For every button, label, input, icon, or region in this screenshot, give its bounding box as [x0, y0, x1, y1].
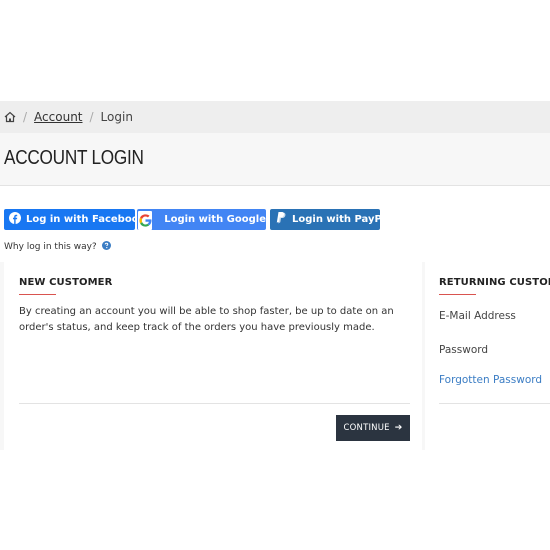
new-customer-description: By creating an account you will be able … — [19, 306, 394, 333]
email-label: E-Mail Address — [439, 310, 516, 322]
breadcrumb-separator: / — [89, 110, 94, 124]
help-icon[interactable] — [101, 241, 111, 253]
google-login-label: Login with Google — [164, 214, 266, 225]
returning-customer-panel: RETURNING CUSTOMER E-Mail Address Passwo… — [425, 262, 550, 450]
panel-divider — [439, 403, 550, 404]
google-login-button[interactable]: Login with Google — [137, 209, 266, 230]
breadcrumb-current: Login — [100, 110, 133, 124]
facebook-login-label: Log in with Facebook — [26, 214, 146, 225]
google-icon — [138, 210, 153, 230]
page-title: ACCOUNT LOGIN — [4, 147, 144, 169]
facebook-icon — [9, 212, 21, 227]
breadcrumb-account-link[interactable]: Account — [34, 110, 82, 124]
password-label: Password — [439, 344, 489, 356]
home-icon[interactable] — [4, 111, 16, 123]
heading-underline — [439, 294, 476, 295]
continue-button[interactable]: CONTINUE ➔ — [336, 415, 410, 441]
breadcrumb: / Account / Login — [0, 101, 550, 133]
arrow-right-icon: ➔ — [394, 423, 403, 433]
new-customer-panel: NEW CUSTOMER By creating an account you … — [4, 262, 422, 450]
returning-customer-heading: RETURNING CUSTOMER — [439, 277, 550, 288]
page-header: ACCOUNT LOGIN — [0, 133, 550, 186]
paypal-login-button[interactable]: Login with PayPal — [270, 209, 392, 230]
breadcrumb-separator: / — [23, 110, 28, 124]
why-login-info: Why log in this way? — [4, 241, 111, 253]
why-login-text: Why log in this way? — [4, 242, 97, 252]
new-customer-heading: NEW CUSTOMER — [19, 277, 113, 288]
forgotten-password-link[interactable]: Forgotten Password — [439, 374, 542, 386]
panel-divider — [19, 403, 410, 404]
continue-label: CONTINUE — [343, 423, 390, 433]
facebook-login-button[interactable]: Log in with Facebook — [4, 209, 145, 230]
paypal-login-label: Login with PayPal — [292, 214, 392, 225]
heading-underline — [19, 294, 56, 295]
paypal-icon — [276, 212, 286, 227]
